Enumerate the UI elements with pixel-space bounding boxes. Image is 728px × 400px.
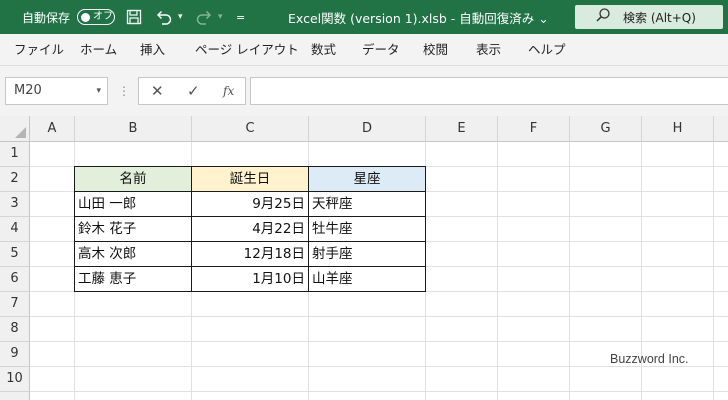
header-cell-name[interactable]: 名前 — [75, 167, 192, 192]
ribbon-tabs: ファイル ホーム 挿入 ページ レイアウト 数式 データ 校閲 表示 ヘルプ — [0, 34, 728, 66]
undo-dropdown-icon[interactable]: ▾ — [178, 0, 183, 34]
column-header-i[interactable] — [714, 116, 728, 142]
header-cell-constellation[interactable]: 星座 — [309, 167, 426, 192]
cancel-icon[interactable]: ✕ — [151, 78, 164, 104]
insert-function-icon[interactable]: fx — [223, 78, 234, 104]
row-header-9[interactable]: 9 — [0, 342, 30, 367]
row-header-4[interactable]: 4 — [0, 217, 30, 242]
header-cell-birthday[interactable]: 誕生日 — [192, 167, 309, 192]
row-header-7[interactable]: 7 — [0, 292, 30, 317]
title-bar: 自動保存 オフ ▾ ▾ = Excel関数 (version 1).xlsb -… — [0, 0, 728, 34]
column-header-a[interactable]: A — [30, 116, 75, 142]
row-header-1[interactable]: 1 — [0, 142, 30, 167]
gridline — [713, 142, 714, 400]
table-cell-name[interactable]: 工藤 恵子 — [75, 267, 192, 292]
column-header-g[interactable]: G — [570, 116, 642, 142]
tab-view[interactable]: 表示 — [476, 34, 501, 66]
table-cell-constellation[interactable]: 牡牛座 — [309, 217, 426, 242]
tab-insert[interactable]: 挿入 — [140, 34, 165, 66]
table-cell-name[interactable]: 山田 一郎 — [75, 192, 192, 217]
toggle-knob — [81, 12, 90, 22]
gridline — [30, 366, 728, 367]
select-all-icon — [15, 127, 26, 138]
table-cell-birthday[interactable]: 4月22日 — [192, 217, 309, 242]
search-icon — [595, 7, 613, 27]
customize-qat-icon[interactable]: = — [236, 0, 245, 34]
tab-data[interactable]: データ — [362, 34, 400, 66]
row-header-11[interactable] — [0, 392, 30, 400]
table-cell-birthday[interactable]: 1月10日 — [192, 267, 309, 292]
tab-formulas[interactable]: 数式 — [311, 34, 336, 66]
formula-input[interactable] — [250, 77, 728, 105]
formula-buttons: ✕ ✓ fx — [138, 77, 246, 105]
table-cell-constellation[interactable]: 射手座 — [309, 242, 426, 267]
formula-bar: M20 ▾ ⋮ ✕ ✓ fx — [0, 66, 728, 116]
tab-help[interactable]: ヘルプ — [528, 34, 566, 66]
table-cell-constellation[interactable]: 天秤座 — [309, 192, 426, 217]
save-icon[interactable] — [126, 0, 142, 34]
splitter-handle-icon[interactable]: ⋮ — [118, 77, 130, 105]
row-header-10[interactable]: 10 — [0, 367, 30, 392]
tab-home[interactable]: ホーム — [80, 34, 117, 66]
column-header-h[interactable]: H — [642, 116, 714, 142]
row-header-8[interactable]: 8 — [0, 317, 30, 342]
table-cell-birthday[interactable]: 12月18日 — [192, 242, 309, 267]
column-header-e[interactable]: E — [426, 116, 498, 142]
autosave-label: 自動保存 — [22, 10, 71, 25]
redo-icon[interactable] — [195, 0, 213, 34]
column-header-b[interactable]: B — [75, 116, 192, 142]
autosave-toggle[interactable]: オフ — [77, 9, 115, 25]
search-placeholder: 検索 (Alt+Q) — [623, 10, 696, 25]
redo-dropdown-icon[interactable]: ▾ — [218, 0, 223, 34]
gridline — [569, 142, 570, 400]
row-header-2[interactable]: 2 — [0, 167, 30, 192]
row-header-3[interactable]: 3 — [0, 192, 30, 217]
select-all-button[interactable] — [0, 116, 30, 142]
name-box-value: M20 — [14, 83, 42, 98]
tab-review[interactable]: 校閲 — [423, 34, 448, 66]
search-box[interactable]: 検索 (Alt+Q) — [575, 5, 723, 29]
gridline — [497, 142, 498, 400]
column-header-f[interactable]: F — [498, 116, 570, 142]
table-cell-name[interactable]: 高木 次郎 — [75, 242, 192, 267]
watermark: Buzzword Inc. — [610, 352, 689, 366]
tab-file[interactable]: ファイル — [14, 34, 64, 66]
enter-icon[interactable]: ✓ — [187, 78, 200, 104]
document-title[interactable]: Excel関数 (version 1).xlsb - 自動回復済み ⌄ — [288, 0, 549, 34]
row-header-6[interactable]: 6 — [0, 267, 30, 292]
row-header-5[interactable]: 5 — [0, 242, 30, 267]
table-cell-birthday[interactable]: 9月25日 — [192, 192, 309, 217]
column-header-c[interactable]: C — [192, 116, 309, 142]
name-box-dropdown-icon[interactable]: ▾ — [96, 78, 101, 104]
table-cell-constellation[interactable]: 山羊座 — [309, 267, 426, 292]
gridline — [30, 316, 728, 317]
gridline — [30, 391, 728, 392]
gridline — [30, 341, 728, 342]
tab-page-layout[interactable]: ページ レイアウト — [195, 34, 299, 66]
column-header-d[interactable]: D — [309, 116, 426, 142]
name-box[interactable]: M20 ▾ — [5, 77, 108, 105]
undo-icon[interactable] — [155, 0, 173, 34]
autosave-state: オフ — [93, 11, 113, 22]
table-cell-name[interactable]: 鈴木 花子 — [75, 217, 192, 242]
